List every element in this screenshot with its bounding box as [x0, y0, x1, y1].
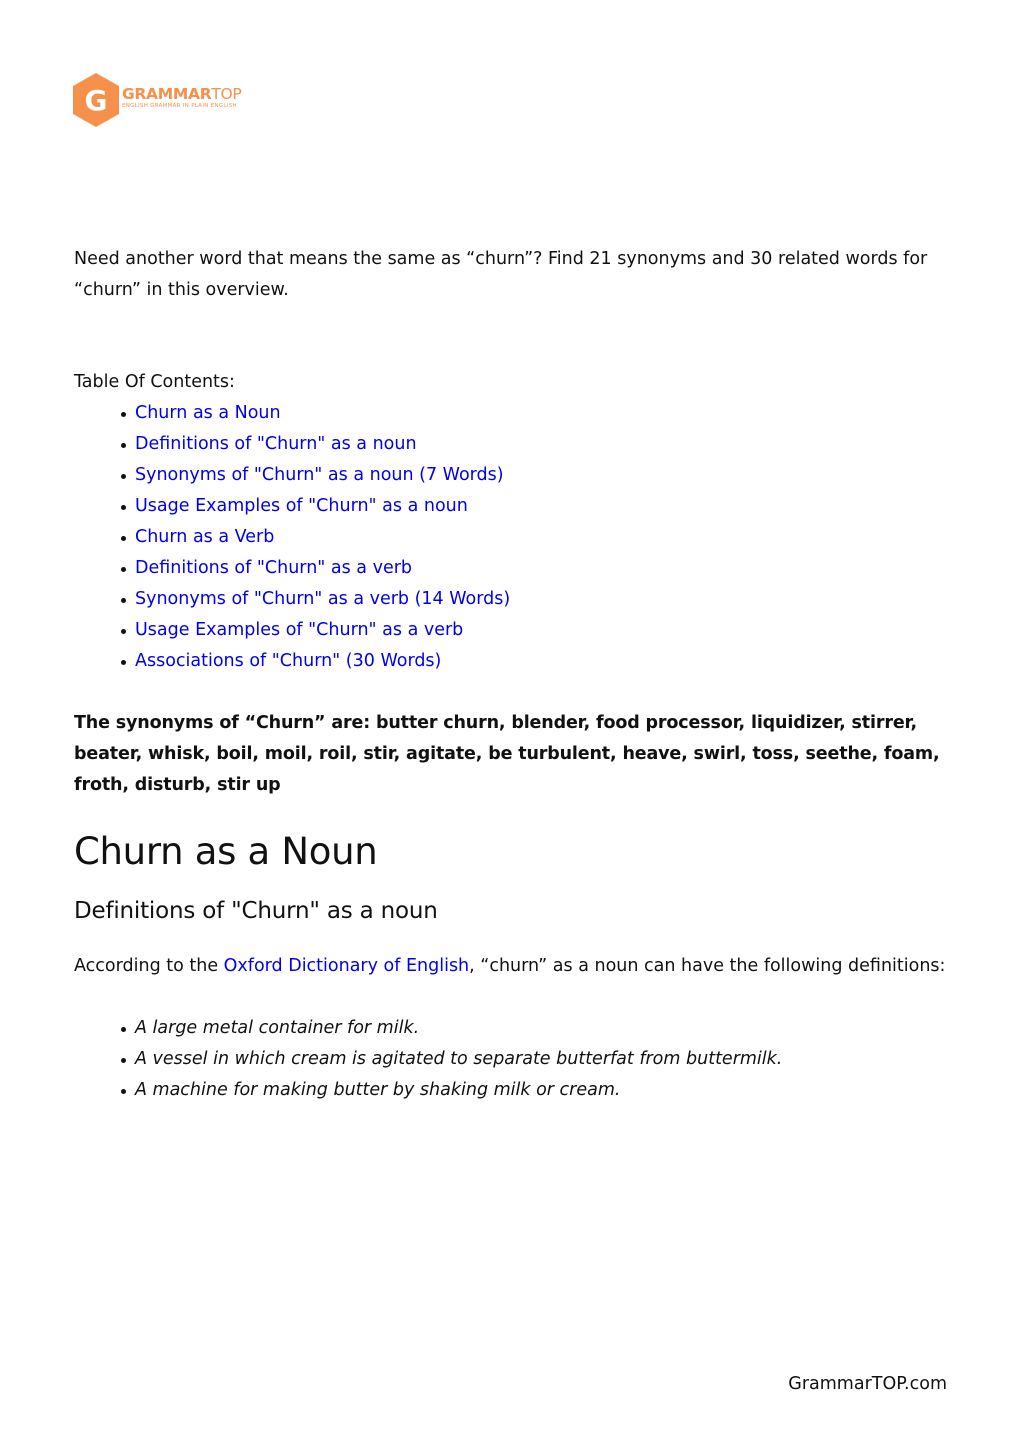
toc-link-definitions-verb[interactable]: Definitions of "Churn" as a verb [135, 558, 412, 578]
definitions-intro-suffix: , “churn” as a noun can have the followi… [469, 956, 946, 976]
logo-name-grammar: GRAMMAR [122, 85, 212, 103]
footer-site-name: GrammarTOP.com [788, 1374, 947, 1394]
toc-link-usage-verb[interactable]: Usage Examples of "Churn" as a verb [135, 620, 463, 640]
article-content: Need another word that means the same as… [74, 244, 954, 1106]
toc-link-definitions-noun[interactable]: Definitions of "Churn" as a noun [135, 434, 417, 454]
oxford-dictionary-link[interactable]: Oxford Dictionary of English [224, 956, 470, 976]
toc-item: Synonyms of "Churn" as a verb (14 Words) [121, 584, 954, 615]
site-logo[interactable]: G GRAMMARTOP English Grammar in Plain En… [72, 73, 242, 127]
toc-link-synonyms-noun[interactable]: Synonyms of "Churn" as a noun (7 Words) [135, 465, 504, 485]
definition-item: A machine for making butter by shaking m… [121, 1075, 954, 1106]
definitions-intro: According to the Oxford Dictionary of En… [74, 951, 954, 982]
definitions-list: A large metal container for milk. A vess… [74, 1013, 954, 1106]
toc-item: Churn as a Noun [121, 398, 954, 429]
toc-link-churn-as-noun[interactable]: Churn as a Noun [135, 403, 281, 423]
table-of-contents: Churn as a Noun Definitions of "Churn" a… [74, 398, 954, 677]
synonyms-summary: The synonyms of “Churn” are: butter chur… [74, 713, 940, 795]
logo-wordmark: GRAMMARTOP English Grammar in Plain Engl… [122, 85, 242, 110]
toc-link-usage-noun[interactable]: Usage Examples of "Churn" as a noun [135, 496, 468, 516]
section-title-noun: Churn as a Noun [74, 830, 378, 873]
logo-name-top: TOP [211, 85, 242, 103]
definitions-intro-prefix: According to the [74, 956, 224, 976]
logo-letter: G [85, 84, 108, 117]
toc-item: Synonyms of "Churn" as a noun (7 Words) [121, 460, 954, 491]
toc-link-associations[interactable]: Associations of "Churn" (30 Words) [135, 651, 441, 671]
definition-item: A large metal container for milk. [121, 1013, 954, 1044]
toc-item: Definitions of "Churn" as a verb [121, 553, 954, 584]
toc-item: Churn as a Verb [121, 522, 954, 553]
toc-item: Usage Examples of "Churn" as a noun [121, 491, 954, 522]
toc-title: Table Of Contents: [74, 372, 235, 392]
toc-item: Usage Examples of "Churn" as a verb [121, 615, 954, 646]
intro-paragraph: Need another word that means the same as… [74, 249, 928, 300]
toc-link-synonyms-verb[interactable]: Synonyms of "Churn" as a verb (14 Words) [135, 589, 510, 609]
toc-item: Associations of "Churn" (30 Words) [121, 646, 954, 677]
subsection-title-definitions-noun: Definitions of "Churn" as a noun [74, 898, 438, 924]
hexagon-logo-icon: G [73, 73, 119, 127]
definition-item: A vessel in which cream is agitated to s… [121, 1044, 954, 1075]
toc-link-churn-as-verb[interactable]: Churn as a Verb [135, 527, 274, 547]
logo-tagline: English Grammar in Plain English [122, 103, 237, 109]
toc-item: Definitions of "Churn" as a noun [121, 429, 954, 460]
logo-name: GRAMMARTOP [122, 85, 242, 103]
